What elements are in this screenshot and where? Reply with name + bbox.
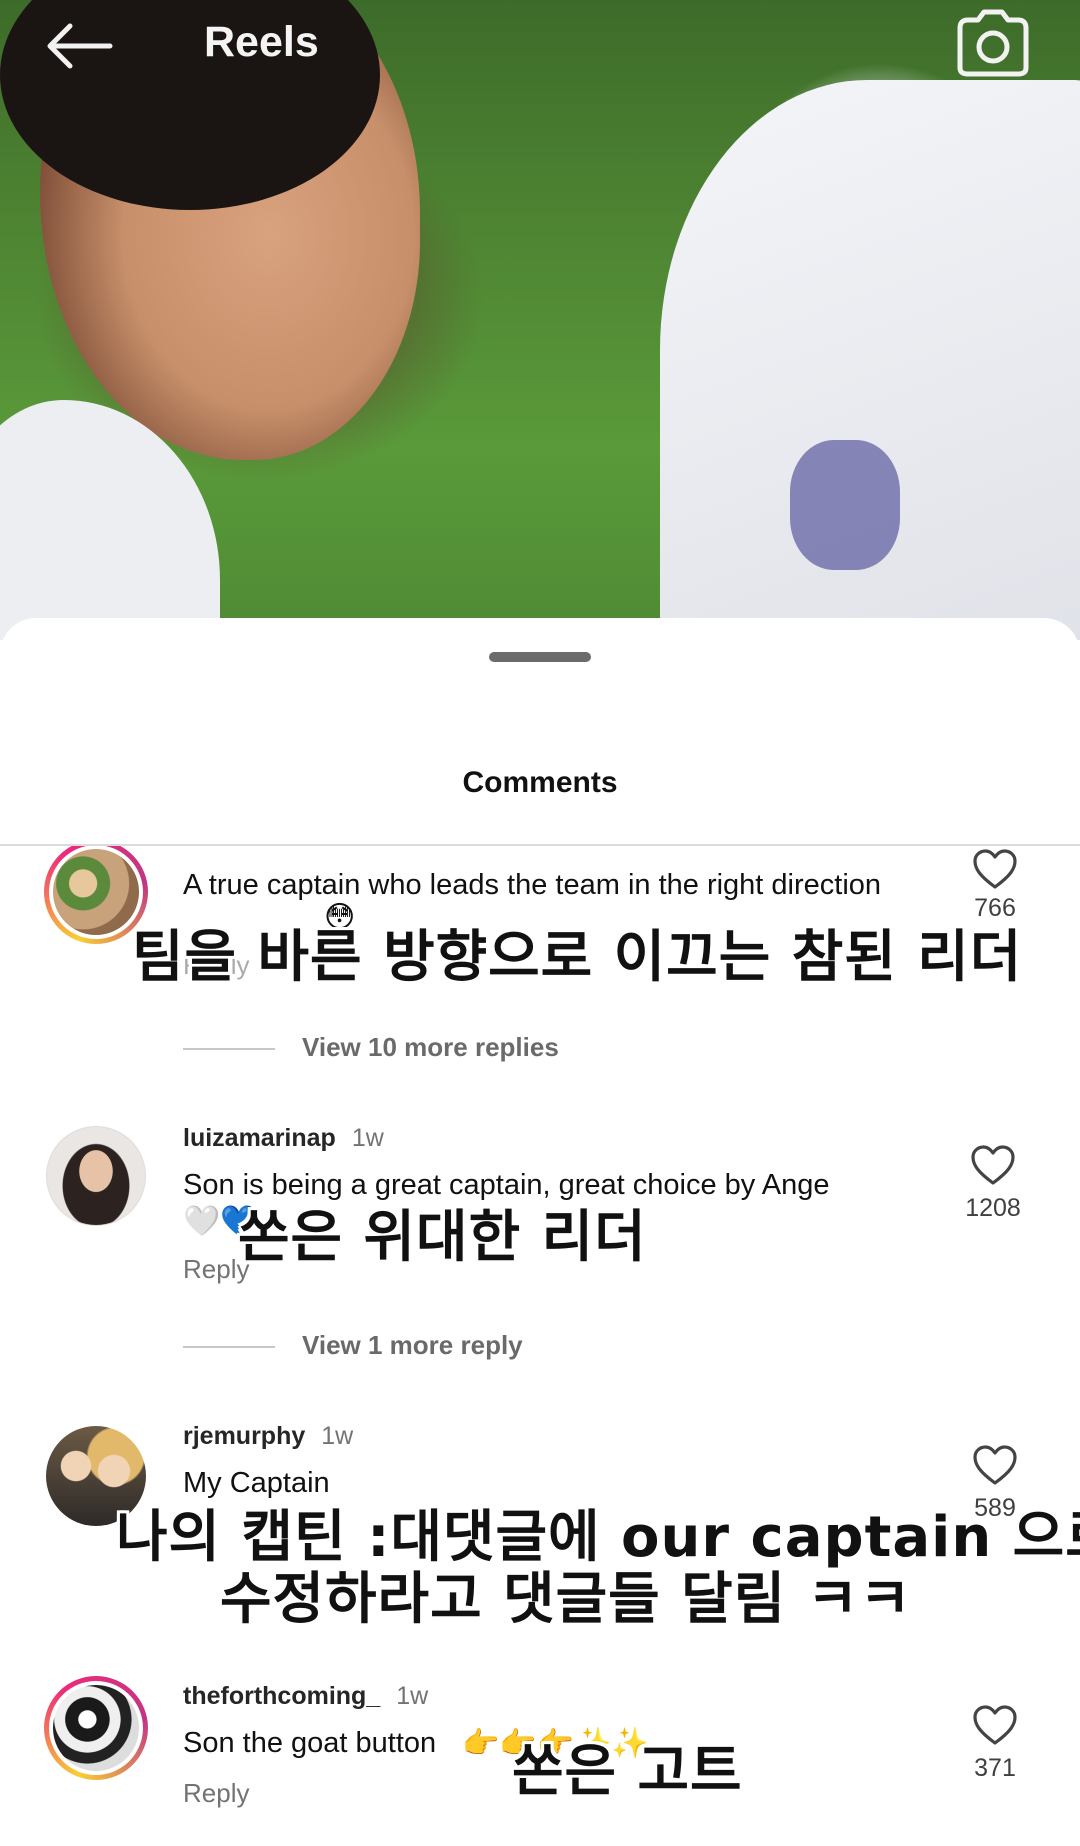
overlay-caption-line2: 수정하라고 댓글들 달림 ㅋㅋ: [220, 1567, 912, 1632]
comment-username-row: rjemurphy 1w: [183, 1422, 353, 1451]
overlay-caption: 팀을 바른 방향으로 이끄는 참된 리더: [132, 925, 1023, 990]
avatar[interactable]: [44, 1676, 148, 1780]
like-button[interactable]: [972, 1704, 1018, 1746]
timestamp: 1w: [321, 1422, 354, 1450]
comment-username-row: theforthcoming_ 1w: [183, 1682, 428, 1711]
avatar[interactable]: [46, 1126, 146, 1226]
like-count: 371: [974, 1754, 1016, 1782]
view-more-replies[interactable]: View 10 more replies: [302, 1032, 559, 1063]
username[interactable]: luizamarinap: [183, 1124, 336, 1152]
top-bar: Reels: [0, 0, 1080, 100]
like-count: 1208: [965, 1194, 1021, 1222]
timestamp: 1w: [351, 1124, 384, 1152]
page-title: Reels: [204, 18, 319, 66]
shirt-crest: [790, 440, 900, 570]
arrow-left-icon: [47, 23, 113, 69]
comments-sheet: Comments A true captain who leads the te…: [0, 618, 1080, 1846]
reply-button[interactable]: Reply: [183, 1778, 249, 1809]
camera-button[interactable]: [956, 8, 1030, 78]
camera-icon: [957, 9, 1029, 77]
comment-list[interactable]: A true captain who leads the team in the…: [0, 846, 1080, 1846]
heart-icon: [973, 1705, 1017, 1745]
username[interactable]: rjemurphy: [183, 1422, 305, 1450]
comment-username-row: luizamarinap 1w: [183, 1124, 384, 1153]
like-button[interactable]: [972, 848, 1018, 890]
overlay-caption: 쏜은 고트: [512, 1739, 743, 1804]
view-more-replies[interactable]: View 1 more reply: [302, 1330, 523, 1361]
view-replies-line: [183, 1346, 275, 1348]
heart-icon: [973, 1445, 1017, 1485]
overlay-caption: 쏜은 위대한 리더: [238, 1205, 647, 1270]
back-button[interactable]: [40, 14, 120, 78]
heart-icon: [973, 849, 1017, 889]
like-button[interactable]: [972, 1444, 1018, 1486]
sheet-title: Comments: [462, 766, 618, 799]
like-button[interactable]: [970, 1144, 1016, 1186]
heart-icon: [971, 1145, 1015, 1185]
view-replies-line: [183, 1048, 275, 1050]
comment-text: A true captain who leads the team in the…: [183, 869, 882, 901]
comment-text: Son the goat button: [183, 1727, 437, 1759]
timestamp: 1w: [396, 1682, 429, 1710]
drag-handle[interactable]: [489, 652, 591, 662]
username[interactable]: theforthcoming_: [183, 1682, 380, 1710]
